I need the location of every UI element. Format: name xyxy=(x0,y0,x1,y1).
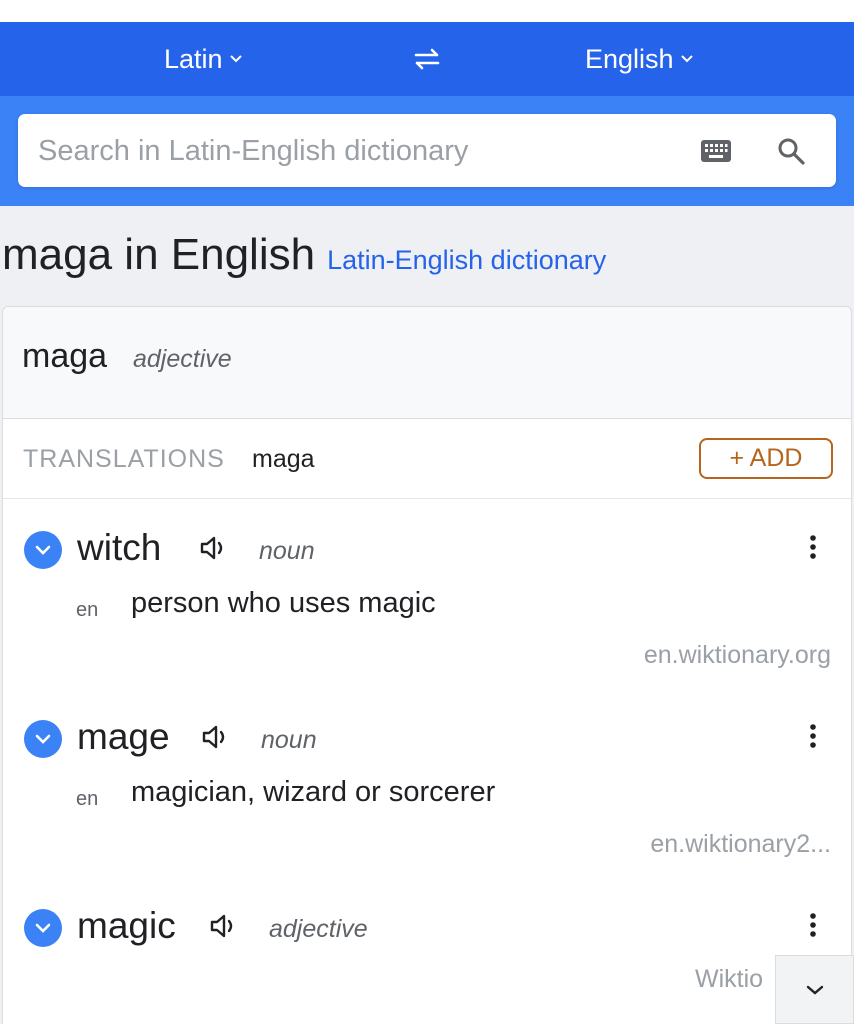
chevron-down-icon xyxy=(680,54,694,64)
translation-part-of-speech: adjective xyxy=(269,915,368,943)
chevron-down-icon xyxy=(35,734,51,744)
translation-part-of-speech: noun xyxy=(259,537,315,565)
dictionary-link[interactable]: Latin-English dictionary xyxy=(327,245,606,276)
add-translation-button[interactable]: + ADD xyxy=(699,438,833,479)
target-language-label: English xyxy=(585,43,674,74)
translation-entry: mage noun en magician, wizard or sorcere… xyxy=(3,688,851,868)
translations-label: TRANSLATIONS xyxy=(23,445,225,473)
source-language-label: Latin xyxy=(164,43,223,74)
translation-source[interactable]: en.wiktionary.org xyxy=(644,641,831,670)
translation-definition: person who uses magic xyxy=(131,587,436,619)
expand-toggle[interactable] xyxy=(24,720,62,758)
translation-source[interactable]: en.wiktionary2... xyxy=(650,830,831,859)
chevron-down-icon xyxy=(35,545,51,555)
search-box xyxy=(18,114,836,187)
page-title: maga in English xyxy=(2,230,316,279)
translation-word: mage xyxy=(77,716,170,757)
more-vert-icon[interactable] xyxy=(803,722,823,752)
swap-arrows-icon xyxy=(410,48,444,78)
translation-part-of-speech: noun xyxy=(261,726,317,754)
translation-source[interactable]: Wiktio xyxy=(695,965,763,994)
source-language-selector[interactable]: Latin xyxy=(164,22,243,96)
page-heading: maga in English Latin-English dictionary xyxy=(2,230,606,280)
status-strip xyxy=(0,0,854,22)
chevron-down-icon xyxy=(229,54,243,64)
translations-bar: TRANSLATIONS maga + ADD xyxy=(3,419,851,499)
chevron-down-icon xyxy=(35,923,51,933)
swap-languages-button[interactable] xyxy=(410,44,444,74)
expand-toggle[interactable] xyxy=(24,531,62,569)
translations-word: maga xyxy=(252,445,315,473)
search-input[interactable] xyxy=(38,128,678,174)
keyboard-icon[interactable] xyxy=(701,140,731,162)
translation-entry: witch noun en person who uses magic en.w… xyxy=(3,499,851,679)
scroll-down-button[interactable] xyxy=(775,955,854,1024)
translation-word: magic xyxy=(77,905,176,946)
expand-toggle[interactable] xyxy=(24,909,62,947)
search-bar xyxy=(0,96,854,206)
more-vert-icon[interactable] xyxy=(803,533,823,563)
more-vert-icon[interactable] xyxy=(803,911,823,941)
chevron-down-icon xyxy=(806,985,823,995)
search-icon[interactable] xyxy=(776,136,806,166)
entry-header: maga adjective xyxy=(3,307,851,419)
language-code: en xyxy=(76,599,99,621)
headword-part-of-speech: adjective xyxy=(133,345,232,373)
headword: maga xyxy=(22,337,108,375)
language-bar: Latin English xyxy=(0,22,854,96)
entry-card: maga adjective TRANSLATIONS maga + ADD w… xyxy=(2,306,852,1024)
translation-word: witch xyxy=(77,527,162,568)
language-code: en xyxy=(76,788,99,810)
target-language-selector[interactable]: English xyxy=(585,22,694,96)
translation-definition: magician, wizard or sorcerer xyxy=(131,776,496,808)
translation-entry: magic adjective Wiktio xyxy=(3,877,851,1024)
speaker-icon[interactable] xyxy=(209,913,239,939)
speaker-icon[interactable] xyxy=(201,724,231,750)
speaker-icon[interactable] xyxy=(199,535,229,561)
